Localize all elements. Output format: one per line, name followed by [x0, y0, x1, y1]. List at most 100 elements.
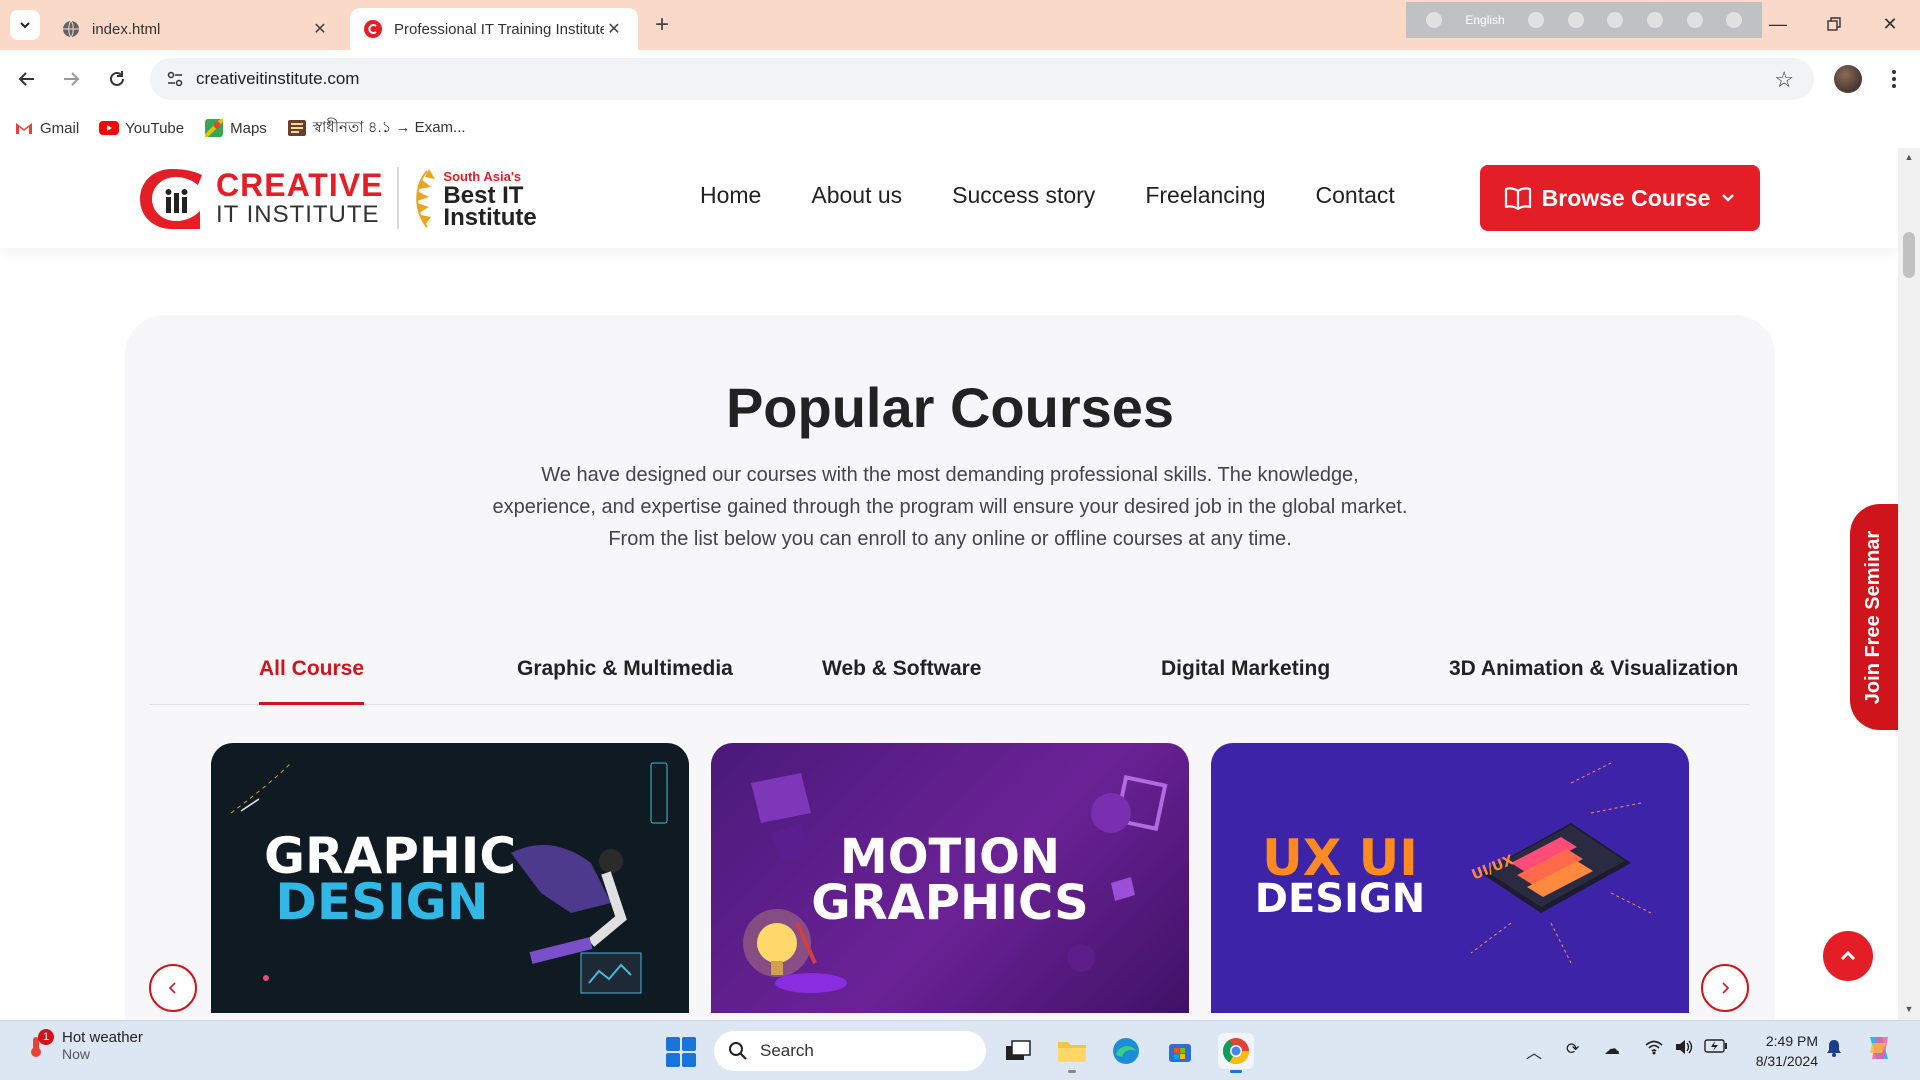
- chrome-icon[interactable]: [1218, 1033, 1254, 1073]
- volume-icon[interactable]: [1674, 1039, 1694, 1060]
- brand-subname: IT INSTITUTE: [216, 201, 380, 228]
- course-category-tabs: All Course Graphic & Multimedia Web & So…: [149, 645, 1749, 705]
- browser-tab-index[interactable]: index.html ✕: [48, 8, 344, 50]
- profile-avatar[interactable]: [1834, 65, 1862, 93]
- restore-button[interactable]: [1814, 10, 1854, 38]
- browser-menu-button[interactable]: [1884, 64, 1904, 94]
- bookmark-youtube[interactable]: YouTube: [99, 120, 184, 137]
- forward-button[interactable]: [56, 64, 86, 94]
- start-button[interactable]: [666, 1037, 696, 1067]
- tab-3d-animation[interactable]: 3D Animation & Visualization: [1449, 657, 1738, 705]
- language-selector[interactable]: English: [1465, 13, 1504, 27]
- task-view-icon[interactable]: [1000, 1033, 1036, 1069]
- browse-course-button[interactable]: Browse Course: [1480, 165, 1760, 231]
- extension-icon[interactable]: [1425, 12, 1442, 28]
- cloud-offline-icon[interactable]: ☁: [1604, 1039, 1620, 1059]
- taskbar-search[interactable]: Search: [714, 1031, 986, 1071]
- course-card-graphic-design[interactable]: GRAPHIC DESIGN: [211, 743, 689, 1013]
- section-title: Popular Courses: [725, 376, 1175, 439]
- site-logo[interactable]: CREATIVE IT INSTITUTE South Asia's Best …: [138, 164, 538, 232]
- url-text: creativeitinstitute.com: [196, 69, 360, 88]
- main-navigation: Home About us Success story Freelancing …: [700, 182, 1395, 209]
- nav-freelancing[interactable]: Freelancing: [1145, 182, 1265, 209]
- course-card-motion-graphics[interactable]: MOTION GRAPHICS: [711, 743, 1189, 1013]
- extension-icon[interactable]: [1528, 12, 1545, 28]
- join-free-seminar-tab[interactable]: Join Free Seminar: [1850, 504, 1898, 730]
- back-button[interactable]: [12, 64, 42, 94]
- scroll-down-arrow-icon[interactable]: ▼: [1903, 1004, 1915, 1014]
- new-tab-button[interactable]: +: [648, 12, 676, 40]
- browser-toolbar: creativeitinstitute.com ☆: [0, 50, 1920, 108]
- award-title: Best IT Institute: [443, 184, 537, 231]
- bookmark-maps[interactable]: Maps: [204, 119, 267, 137]
- help-icon[interactable]: [1686, 12, 1703, 28]
- edge-browser-icon[interactable]: [1108, 1033, 1144, 1069]
- bookmark-star-icon[interactable]: ☆: [1774, 67, 1794, 93]
- clock-date: 8/31/2024: [1755, 1053, 1818, 1069]
- minimize-button[interactable]: —: [1758, 10, 1798, 38]
- globe-icon: [62, 20, 80, 38]
- logo-divider: [397, 167, 400, 229]
- nav-contact[interactable]: Contact: [1316, 182, 1395, 209]
- sync-icon[interactable]: ⟳: [1566, 1039, 1579, 1059]
- award-title-line: Institute: [443, 204, 537, 231]
- microsoft-store-icon[interactable]: [1162, 1033, 1198, 1069]
- weather-title: Hot weather: [62, 1029, 143, 1046]
- extension-icon[interactable]: [1647, 12, 1664, 28]
- close-tab-icon[interactable]: ✕: [310, 19, 330, 39]
- tab-digital-marketing[interactable]: Digital Marketing: [1161, 657, 1330, 705]
- tab-all-course[interactable]: All Course: [259, 657, 365, 705]
- scrollbar-thumb[interactable]: [1903, 232, 1915, 278]
- course-card-ux-ui-design[interactable]: UX UI DESIGN UI/UX: [1211, 743, 1689, 1013]
- course-card-title: MOTION: [839, 829, 1061, 885]
- nav-home[interactable]: Home: [700, 182, 761, 209]
- info-icon[interactable]: [1726, 12, 1743, 28]
- tab-search-button[interactable]: [10, 10, 40, 40]
- scroll-up-arrow-icon[interactable]: ▲: [1903, 152, 1915, 162]
- laurel-icon: [416, 169, 436, 228]
- slider-next-button[interactable]: [1701, 964, 1749, 1012]
- extension-icon[interactable]: [1567, 12, 1584, 28]
- bookmark-label: Gmail: [40, 119, 80, 137]
- address-bar[interactable]: creativeitinstitute.com ☆: [150, 58, 1814, 100]
- tab-graphic-multimedia[interactable]: Graphic & Multimedia: [517, 657, 733, 705]
- nav-about-us[interactable]: About us: [811, 182, 902, 209]
- gmail-icon: [14, 120, 34, 136]
- slider-prev-button[interactable]: [149, 964, 197, 1012]
- wifi-icon[interactable]: [1644, 1039, 1664, 1060]
- bookmark-label: YouTube: [125, 119, 185, 137]
- bookmark-label: Maps: [230, 119, 267, 137]
- chevron-up-icon: [1840, 950, 1856, 961]
- thermometer-icon: 1: [24, 1028, 54, 1059]
- page-scrollbar[interactable]: ▲ ▼: [1898, 148, 1920, 1020]
- bookmark-gmail[interactable]: Gmail: [14, 120, 79, 137]
- scroll-to-top-button[interactable]: [1823, 931, 1873, 981]
- arrow-right-icon: [64, 72, 80, 86]
- battery-icon[interactable]: [1704, 1039, 1728, 1058]
- browser-tab-active[interactable]: Professional IT Training Institute ✕: [350, 8, 638, 50]
- weather-subtitle: Now: [62, 1046, 91, 1062]
- weather-widget[interactable]: 1 Hot weather Now: [24, 1028, 143, 1062]
- close-tab-icon[interactable]: ✕: [604, 19, 624, 39]
- description-line: We have designed our courses with the mo…: [541, 464, 1359, 486]
- notification-bell-icon[interactable]: [1826, 1039, 1842, 1062]
- reload-button[interactable]: [102, 64, 132, 94]
- site-info-icon[interactable]: [166, 70, 184, 88]
- nav-success-story[interactable]: Success story: [952, 182, 1095, 209]
- chevron-down-icon: [20, 22, 30, 29]
- section-description: We have designed our courses with the mo…: [425, 459, 1475, 555]
- show-hidden-icons-chevron-icon[interactable]: ︿: [1526, 1039, 1542, 1063]
- weather-badge: 1: [38, 1028, 54, 1045]
- file-explorer-icon[interactable]: [1054, 1033, 1090, 1073]
- system-clock[interactable]: 2:49 PM 8/31/2024: [1744, 1031, 1818, 1071]
- copilot-icon[interactable]: [1864, 1033, 1894, 1068]
- settings-icon[interactable]: [1607, 12, 1624, 28]
- page-viewport: CREATIVE IT INSTITUTE South Asia's Best …: [0, 148, 1898, 1020]
- close-window-button[interactable]: ✕: [1870, 10, 1910, 38]
- bookmark-exam[interactable]: স্বাধীনতা ৪.১ → Exam...: [287, 116, 466, 141]
- book-icon: [1504, 187, 1531, 210]
- tab-web-software[interactable]: Web & Software: [822, 657, 981, 705]
- site-favicon-icon: [364, 20, 382, 38]
- bookmark-favicon-icon: [287, 120, 307, 136]
- browser-tab-strip: index.html ✕ Professional IT Training In…: [0, 0, 1920, 50]
